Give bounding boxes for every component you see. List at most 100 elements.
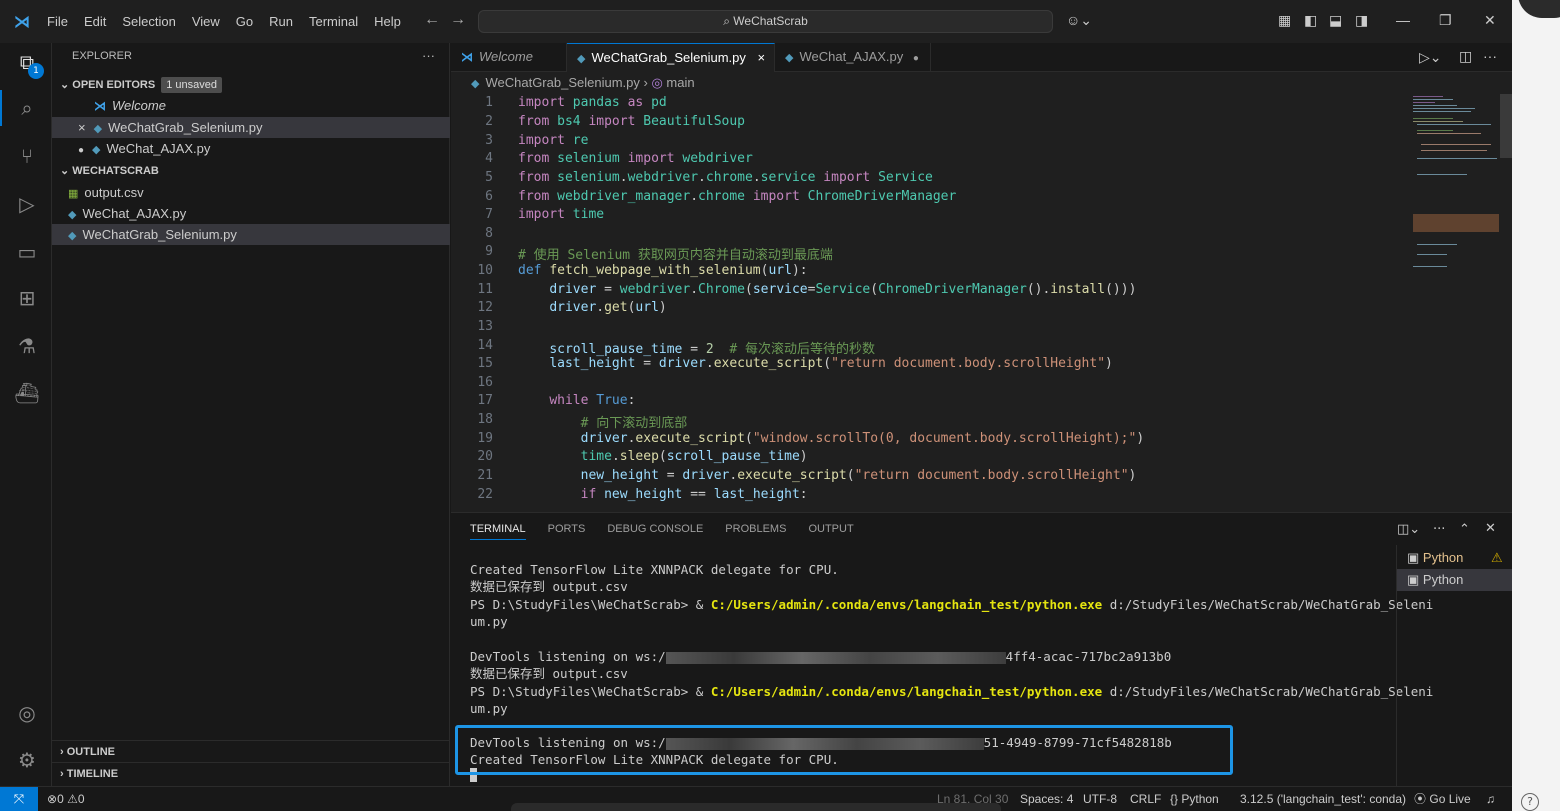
- forward-arrow-icon[interactable]: →: [450, 11, 466, 29]
- python-file-icon: ◆: [471, 78, 480, 90]
- tab-debug-console[interactable]: DEBUG CONSOLE: [607, 523, 703, 540]
- line-number: 15: [477, 356, 493, 371]
- close-window-icon[interactable]: ✕: [1484, 12, 1496, 29]
- menu-go[interactable]: Go: [236, 14, 253, 29]
- account-icon[interactable]: ◎: [14, 700, 40, 726]
- run-python-file-icon[interactable]: ▷⌄: [1419, 49, 1442, 66]
- outline-header[interactable]: › OUTLINE: [52, 740, 450, 762]
- indentation-status[interactable]: Spaces: 4: [1020, 787, 1073, 811]
- close-panel-icon[interactable]: ✕: [1485, 521, 1496, 536]
- python-file-icon: ◆: [68, 230, 77, 242]
- search-view-icon[interactable]: ⌕: [14, 95, 40, 121]
- line-number: 18: [477, 412, 493, 427]
- open-editor-ajax[interactable]: ● ◆ WeChat_AJAX.py: [52, 138, 450, 159]
- terminal-item-python-active[interactable]: ▣ Python: [1397, 569, 1512, 591]
- tab-problems[interactable]: PROBLEMS: [725, 523, 786, 540]
- maximize-panel-icon[interactable]: ⌃: [1459, 522, 1470, 537]
- desktop-background: [1512, 0, 1560, 811]
- tab-close-icon[interactable]: ×: [758, 50, 766, 65]
- split-terminal-icon[interactable]: ◫⌄: [1397, 522, 1420, 537]
- tab-output[interactable]: OUTPUT: [808, 523, 853, 540]
- terminal-line: 数据已保存到 output.csv: [470, 666, 628, 681]
- terminal-line: um.py: [470, 701, 508, 716]
- close-editor-icon[interactable]: ×: [78, 120, 86, 135]
- breadcrumb: ◆ WeChatGrab_Selenium.py › ◎ main: [451, 72, 1512, 94]
- tab-terminal[interactable]: TERMINAL: [470, 523, 526, 540]
- language-mode[interactable]: {} Python: [1170, 787, 1219, 811]
- toggle-secondary-sidebar-icon[interactable]: ◨: [1355, 12, 1368, 29]
- minimap[interactable]: [1411, 94, 1501, 284]
- terminal-line: 数据已保存到 output.csv: [470, 579, 628, 594]
- python-interpreter[interactable]: 3.12.5 ('langchain_test': conda): [1240, 787, 1406, 811]
- redacted-blur: [665, 651, 1006, 664]
- code-line: import re: [518, 133, 589, 148]
- command-center-search[interactable]: ⌕ WeChatScrab: [478, 10, 1053, 33]
- explorer-more-button[interactable]: ···: [422, 48, 435, 63]
- menu-run[interactable]: Run: [269, 14, 293, 29]
- line-number: 13: [477, 319, 493, 334]
- menu-selection[interactable]: Selection: [122, 14, 175, 29]
- settings-gear-icon[interactable]: ⚙: [14, 747, 40, 773]
- code-line: driver.execute_script("window.scrollTo(0…: [580, 431, 1145, 446]
- menu-view[interactable]: View: [192, 14, 220, 29]
- split-editor-icon[interactable]: ◫: [1459, 48, 1472, 65]
- eol-status[interactable]: CRLF: [1130, 787, 1161, 811]
- code-line: import time: [518, 207, 605, 222]
- menu-terminal[interactable]: Terminal: [309, 14, 358, 29]
- tab-wechatgrab-selenium[interactable]: ◆ WeChatGrab_Selenium.py ×: [567, 43, 775, 72]
- help-icon[interactable]: ?: [1521, 793, 1539, 811]
- folder-header[interactable]: ⌄ WECHATSCRAB: [52, 160, 450, 182]
- remote-indicator-icon[interactable]: ⤧: [0, 787, 38, 811]
- menu-help[interactable]: Help: [374, 14, 401, 29]
- search-text: WeChatScrab: [733, 14, 808, 28]
- notifications-bell-icon[interactable]: ♫: [1486, 787, 1495, 811]
- breadcrumb-file[interactable]: WeChatGrab_Selenium.py: [485, 75, 639, 90]
- timeline-header[interactable]: › TIMELINE: [52, 762, 450, 784]
- line-number: 2: [485, 114, 493, 129]
- file-wechat-ajax[interactable]: ◆ WeChat_AJAX.py: [52, 203, 450, 224]
- terminal-line: um.py: [470, 614, 508, 629]
- code-line: from selenium import webdriver: [518, 151, 753, 166]
- editor-more-icon[interactable]: ···: [1483, 48, 1497, 64]
- menu-edit[interactable]: Edit: [84, 14, 106, 29]
- breadcrumb-symbol[interactable]: main: [666, 75, 694, 90]
- line-number: 22: [477, 487, 493, 502]
- extensions-icon[interactable]: ⊞: [14, 285, 40, 311]
- terminal-item-python[interactable]: ▣ Python ⚠: [1397, 547, 1512, 569]
- customize-layout-icon[interactable]: ▦: [1278, 12, 1291, 29]
- minimize-icon[interactable]: —: [1396, 12, 1410, 28]
- tab-ports[interactable]: PORTS: [548, 523, 586, 540]
- editor-scrollbar[interactable]: [1500, 94, 1512, 158]
- code-line: if new_height == last_height:: [580, 487, 808, 502]
- error-icon: ⊗: [47, 792, 58, 806]
- toggle-sidebar-icon[interactable]: ◧: [1304, 12, 1317, 29]
- toggle-panel-icon[interactable]: ⬓: [1329, 12, 1342, 29]
- tab-welcome[interactable]: ⋊ Welcome: [451, 43, 567, 72]
- remote-explorer-icon[interactable]: ▭: [14, 239, 40, 265]
- file-wechatgrab-selenium[interactable]: ◆ WeChatGrab_Selenium.py: [52, 224, 450, 245]
- code-line: # 使用 Selenium 获取网页内容并自动滚动到最底端: [518, 248, 833, 263]
- dirty-dot-icon[interactable]: ●: [78, 145, 84, 156]
- menu-file[interactable]: File: [47, 14, 68, 29]
- vscode-file-icon: ⋊: [94, 99, 106, 113]
- tab-wechat-ajax[interactable]: ◆ WeChat_AJAX.py ●: [775, 43, 931, 72]
- copilot-icon[interactable]: ☺⌄: [1066, 12, 1092, 29]
- open-editors-header[interactable]: ⌄ OPEN EDITORS 1 unsaved: [52, 74, 450, 96]
- code-editor[interactable]: 1 2 3 4 5 6 7 8 9 10 11 12 13 14 15 16 1…: [451, 94, 1512, 512]
- open-editor-welcome[interactable]: ⋊ Welcome: [52, 95, 450, 116]
- source-control-icon[interactable]: ⑂: [14, 143, 40, 169]
- back-arrow-icon[interactable]: ←: [424, 11, 440, 29]
- code-line: from selenium.webdriver.chrome.service i…: [518, 170, 933, 185]
- go-live-button[interactable]: ⦿ Go Live: [1414, 787, 1471, 811]
- encoding-status[interactable]: UTF-8: [1083, 787, 1117, 811]
- docker-icon[interactable]: ⛴: [14, 380, 40, 406]
- open-editor-selenium[interactable]: × ◆ WeChatGrab_Selenium.py: [52, 117, 450, 138]
- dirty-dot-icon[interactable]: ●: [913, 53, 919, 64]
- panel-more-icon[interactable]: ···: [1433, 522, 1445, 537]
- problems-status[interactable]: ⊗0 ⚠0: [47, 787, 85, 811]
- run-debug-icon[interactable]: ▷: [14, 191, 40, 217]
- file-output-csv[interactable]: ▦ output.csv: [52, 182, 450, 203]
- testing-icon[interactable]: ⚗: [14, 333, 40, 359]
- restore-icon[interactable]: ❐: [1439, 12, 1452, 29]
- python-file-icon: ◆: [93, 123, 103, 135]
